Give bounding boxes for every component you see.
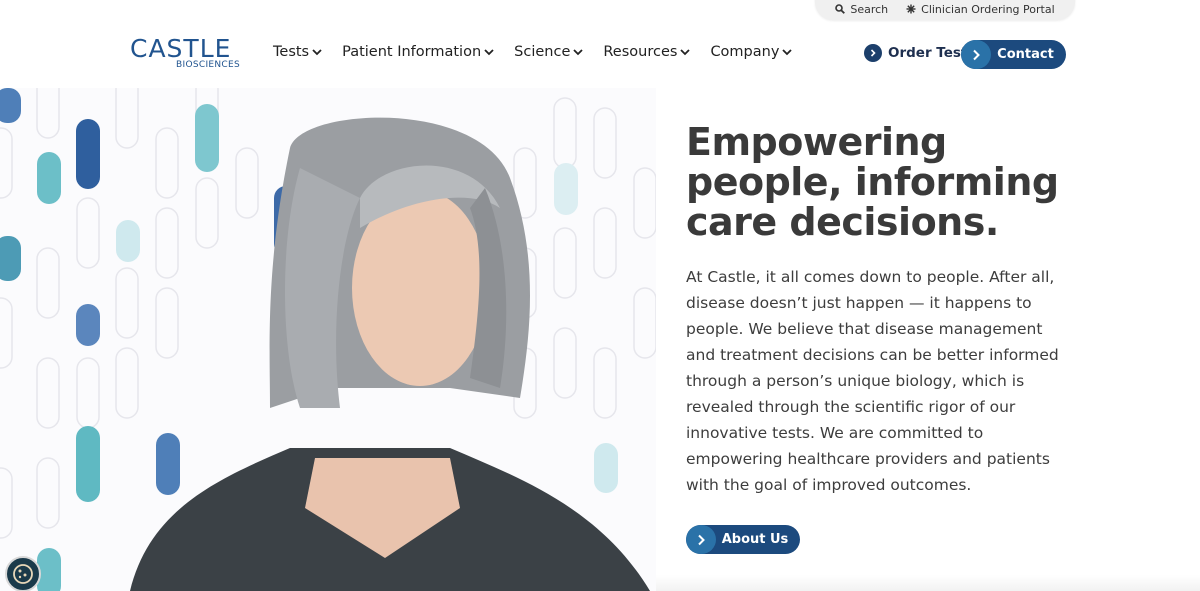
logo-wordmark: CASTLE <box>130 34 232 63</box>
main-nav: Tests Patient Information Science Resour… <box>273 44 812 60</box>
about-us-label: About Us <box>721 532 789 547</box>
chevron-down-icon <box>680 49 691 56</box>
order-test-link[interactable]: Order Test <box>864 44 967 62</box>
chevron-down-icon <box>484 49 494 56</box>
nav-label: Company <box>710 44 780 60</box>
chevron-down-icon <box>573 49 584 56</box>
nav-label: Tests <box>273 44 310 60</box>
order-test-label: Order Test <box>888 45 968 61</box>
nav-label: Resources <box>603 44 678 60</box>
cookie-icon <box>13 564 33 584</box>
site-header: CASTLE BIOSCIENCES Tests Patient Informa… <box>0 0 1200 88</box>
logo-subtitle: BIOSCIENCES <box>176 60 240 70</box>
nav-item-company[interactable]: Company <box>710 44 793 60</box>
chevron-right-icon <box>961 40 991 69</box>
nav-item-tests[interactable]: Tests <box>273 44 322 60</box>
nav-label: Science <box>514 44 571 60</box>
nav-item-patient-information[interactable]: Patient Information <box>342 44 494 60</box>
contact-label: Contact <box>997 47 1054 62</box>
cookie-settings-button[interactable] <box>5 556 41 591</box>
nav-item-science[interactable]: Science <box>514 44 584 60</box>
hero-headline: Empowering people, informing care decisi… <box>686 120 1059 244</box>
chevron-down-icon <box>312 49 322 56</box>
nav-item-resources[interactable]: Resources <box>603 44 691 60</box>
section-divider <box>656 575 1200 591</box>
nav-label: Patient Information <box>342 44 482 60</box>
about-us-button[interactable]: About Us <box>686 525 800 554</box>
hero-image <box>0 88 656 591</box>
contact-button[interactable]: Contact <box>961 40 1066 69</box>
castle-logo[interactable]: CASTLE BIOSCIENCES <box>130 36 242 72</box>
chevron-down-icon <box>782 49 793 56</box>
chevron-right-icon <box>686 525 716 554</box>
chevron-right-icon <box>864 44 882 62</box>
hero-body: At Castle, it all comes down to people. … <box>686 268 1059 494</box>
hero-illustration <box>0 88 656 591</box>
